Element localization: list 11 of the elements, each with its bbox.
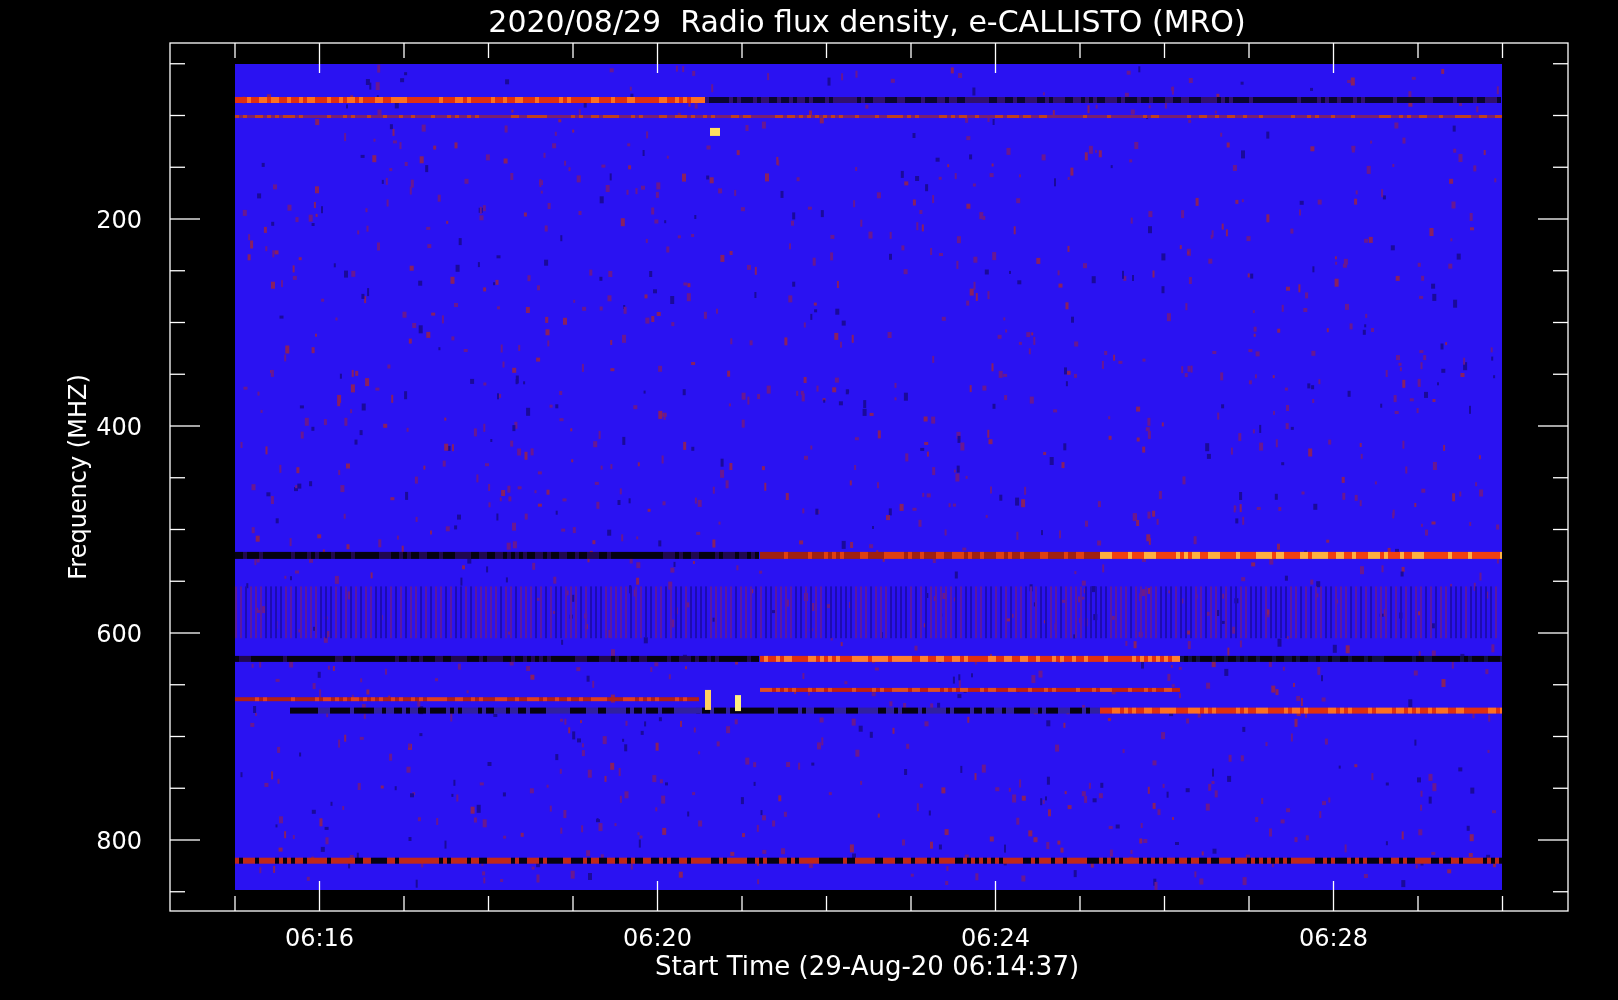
axis-tick-label: 200 (96, 206, 142, 234)
axis-title: Start Time (29-Aug-20 06:14:37) (654, 951, 1080, 981)
axis-tick-label: 06:20 (622, 924, 693, 952)
axis-tick-label: 06:28 (1298, 924, 1369, 952)
chart-title: 2020/08/29 Radio flux density, e-CALLISTO (MRO) (488, 4, 1246, 39)
axis-title: Frequency (MHZ) (64, 374, 92, 580)
axis-tick-label: 06:16 (284, 924, 355, 952)
axis-tick-label: 600 (96, 620, 142, 648)
axis-tick-label: 400 (96, 413, 142, 441)
axis-tick-label: 06:24 (960, 924, 1031, 952)
axis-tick-label: 800 (96, 827, 142, 855)
